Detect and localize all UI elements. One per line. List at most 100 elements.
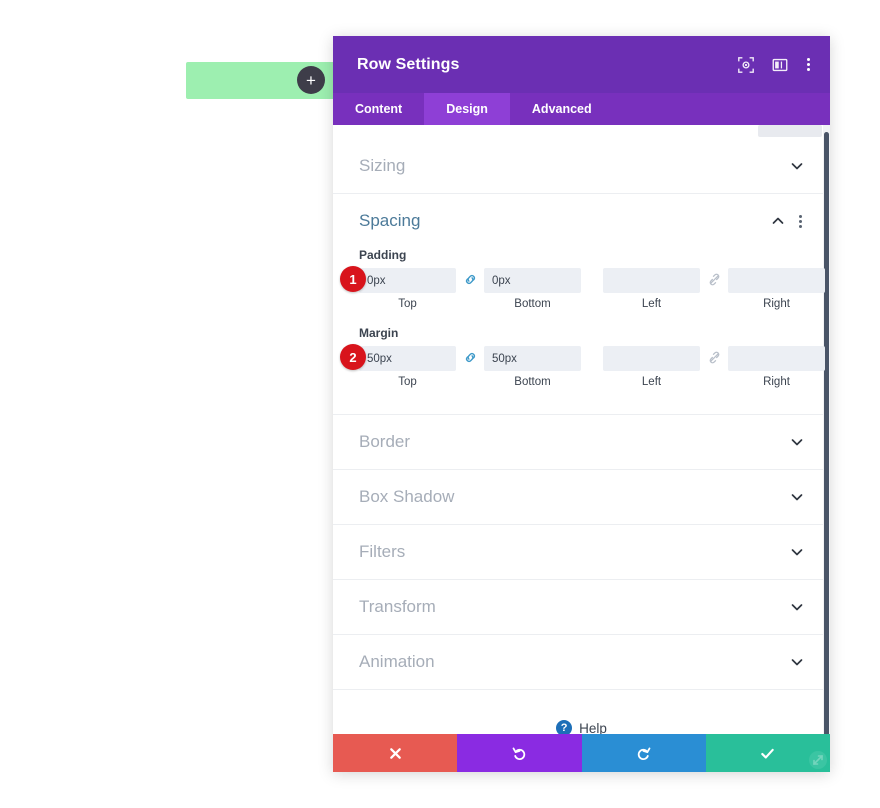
link-chain-icon[interactable] xyxy=(463,272,478,287)
close-icon xyxy=(389,747,401,759)
kebab-menu-icon[interactable] xyxy=(805,56,812,73)
section-spacing-controls xyxy=(771,213,804,230)
screen: + Row Settings Content Design Advanced S… xyxy=(0,0,880,808)
tab-design[interactable]: Design xyxy=(424,93,510,125)
section-animation-controls xyxy=(790,655,804,669)
padding-bottom-input[interactable] xyxy=(484,268,581,293)
padding-right-input[interactable] xyxy=(728,268,825,293)
margin-right-cell: Right xyxy=(728,346,825,388)
broken-link-icon[interactable] xyxy=(707,350,722,365)
spacing-body: Padding 1 Top xyxy=(340,248,825,414)
padding-group: Padding 1 Top xyxy=(340,248,825,310)
layout-columns-icon[interactable] xyxy=(771,56,789,74)
section-border-header[interactable]: Border xyxy=(359,415,804,469)
padding-top-cell: Top xyxy=(359,268,456,310)
tab-bar: Content Design Advanced xyxy=(333,93,830,125)
add-module-button[interactable]: + xyxy=(297,66,325,94)
margin-left-sublabel: Left xyxy=(641,376,662,388)
margin-bottom-input[interactable] xyxy=(484,346,581,371)
broken-link-icon[interactable] xyxy=(707,272,722,287)
scrollbar-track[interactable] xyxy=(823,125,830,734)
margin-group: Margin 2 Top xyxy=(340,326,825,388)
header-icon-group xyxy=(737,56,812,74)
page-title: Row Settings xyxy=(357,55,460,73)
cancel-button[interactable] xyxy=(333,734,458,772)
section-transform: Transform xyxy=(333,580,830,635)
section-filters-header[interactable]: Filters xyxy=(359,525,804,579)
tab-advanced[interactable]: Advanced xyxy=(510,93,614,125)
section-filters-label: Filters xyxy=(359,542,406,561)
padding-vertical-link[interactable] xyxy=(456,268,484,287)
padding-quad: 1 Top xyxy=(340,266,825,310)
chevron-down-icon[interactable] xyxy=(790,490,804,504)
padding-left-input[interactable] xyxy=(603,268,700,293)
margin-horizontal-pair: Left Right xyxy=(603,346,825,388)
section-spacing: Spacing Padding 1 0px Top 0px Bottom Lef… xyxy=(333,194,830,415)
section-spacing-kebab-icon[interactable] xyxy=(797,213,804,230)
section-box-shadow-header[interactable]: Box Shadow xyxy=(359,470,804,524)
margin-right-input[interactable] xyxy=(728,346,825,371)
undo-icon xyxy=(512,747,526,760)
save-button[interactable] xyxy=(705,734,830,772)
section-sizing-controls xyxy=(790,159,804,173)
section-animation: Animation xyxy=(333,635,830,690)
row-settings-modal: Row Settings Content Design Advanced Siz… xyxy=(333,36,830,772)
padding-vertical-pair: Top xyxy=(359,268,581,310)
padding-top-sublabel: Top xyxy=(398,298,417,310)
check-icon xyxy=(761,748,775,759)
section-filters-controls xyxy=(790,545,804,559)
help-row[interactable]: ? Help xyxy=(333,690,830,734)
chevron-down-icon[interactable] xyxy=(790,159,804,173)
chevron-down-icon[interactable] xyxy=(790,600,804,614)
plus-icon: + xyxy=(306,70,316,90)
section-animation-label: Animation xyxy=(359,652,435,671)
redo-button[interactable] xyxy=(581,734,706,772)
margin-top-input[interactable] xyxy=(359,346,456,371)
margin-left-cell: Left xyxy=(603,346,700,388)
scrollbar-thumb[interactable] xyxy=(824,132,829,734)
row-block[interactable] xyxy=(186,62,351,99)
chevron-down-icon[interactable] xyxy=(790,655,804,669)
margin-horizontal-link[interactable] xyxy=(700,346,728,365)
chevron-down-icon[interactable] xyxy=(790,545,804,559)
margin-top-cell: Top xyxy=(359,346,456,388)
padding-top-input[interactable] xyxy=(359,268,456,293)
padding-horizontal-link[interactable] xyxy=(700,268,728,287)
padding-horizontal-pair: Left Right xyxy=(603,268,825,310)
margin-quad: 2 Top xyxy=(340,344,825,388)
padding-left-cell: Left xyxy=(603,268,700,310)
section-sizing-label: Sizing xyxy=(359,156,406,175)
step-badge-1: 1 xyxy=(340,266,366,292)
tab-content[interactable]: Content xyxy=(333,93,424,125)
margin-right-sublabel: Right xyxy=(763,376,790,388)
modal-footer xyxy=(333,734,830,772)
section-box-shadow-controls xyxy=(790,490,804,504)
section-sizing-header[interactable]: Sizing xyxy=(359,139,804,193)
section-animation-header[interactable]: Animation xyxy=(359,635,804,689)
settings-scroll-area: Sizing Spacing Padding 1 0px Top 0px Bot… xyxy=(333,125,830,734)
section-border: Border xyxy=(333,415,830,470)
margin-vertical-pair: Top xyxy=(359,346,581,388)
section-transform-label: Transform xyxy=(359,597,436,616)
section-transform-header[interactable]: Transform xyxy=(359,580,804,634)
section-border-label: Border xyxy=(359,432,411,451)
margin-bottom-sublabel: Bottom xyxy=(514,376,551,388)
section-box-shadow: Box Shadow xyxy=(333,470,830,525)
undo-button[interactable] xyxy=(457,734,582,772)
target-icon[interactable] xyxy=(737,56,755,74)
section-border-controls xyxy=(790,435,804,449)
chevron-down-icon[interactable] xyxy=(790,435,804,449)
margin-vertical-link[interactable] xyxy=(456,346,484,365)
section-spacing-header[interactable]: Spacing xyxy=(359,194,804,248)
padding-bottom-sublabel: Bottom xyxy=(514,298,551,310)
link-chain-icon[interactable] xyxy=(463,350,478,365)
section-list: Sizing Spacing Padding 1 0px Top 0px Bot… xyxy=(333,125,830,734)
section-spacing-label: Spacing xyxy=(359,211,421,230)
margin-top-sublabel: Top xyxy=(398,376,417,388)
question-mark-icon: ? xyxy=(556,720,573,734)
margin-left-input[interactable] xyxy=(603,346,700,371)
help-label: Help xyxy=(579,720,607,735)
margin-bottom-cell: Bottom xyxy=(484,346,581,388)
padding-left-sublabel: Left xyxy=(641,298,662,310)
chevron-up-icon[interactable] xyxy=(771,214,785,228)
